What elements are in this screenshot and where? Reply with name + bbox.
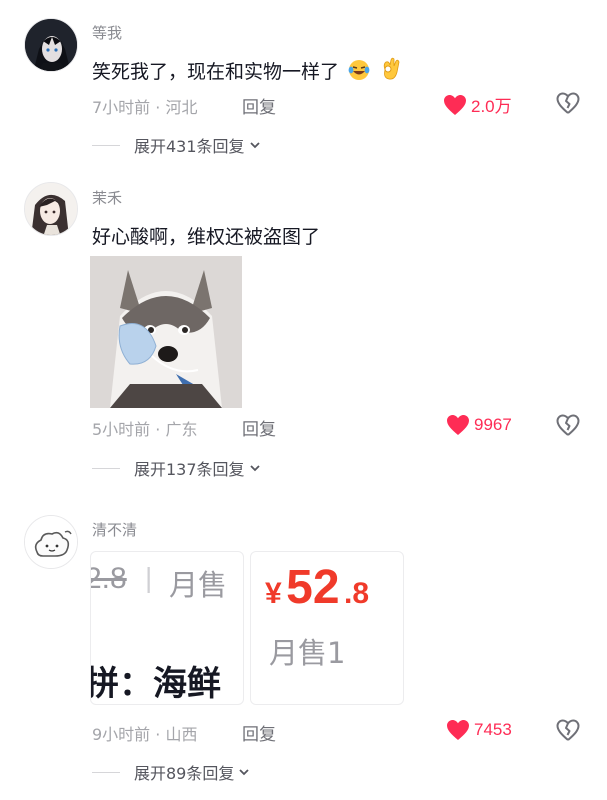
cartoon-cloud-avatar-icon — [25, 516, 77, 568]
like-count: 2.0万 — [471, 97, 512, 116]
comment-image[interactable] — [90, 256, 242, 408]
title-partial: 拼：海鲜 — [90, 664, 221, 704]
username[interactable]: 等我 — [92, 22, 122, 43]
time-location: 9小时前 · 山西 — [92, 725, 198, 744]
heart-icon — [447, 415, 469, 435]
currency-symbol: ¥ — [265, 577, 282, 610]
expand-replies-label: 展开89条回复 — [134, 764, 235, 783]
reply-button[interactable]: 回复 — [242, 415, 276, 440]
price-partial: 2.8 — [91, 562, 127, 595]
broken-heart-icon[interactable] — [556, 719, 580, 743]
comment-text: 笑死我了，现在和实物一样了 — [92, 56, 403, 87]
chevron-down-icon — [249, 142, 260, 149]
comment-image[interactable]: ¥ 52 .8 月售1 — [250, 551, 404, 705]
like-button[interactable]: 7453 — [446, 719, 512, 741]
reply-button[interactable]: 回复 — [242, 93, 276, 118]
ok-hand-emoji-icon — [379, 56, 403, 87]
chevron-down-icon — [249, 465, 260, 472]
husky-with-mask-photo-icon — [90, 256, 242, 408]
price-main: 52 — [286, 561, 340, 614]
expand-replies[interactable]: 展开431条回复 — [92, 133, 261, 157]
rofl-emoji-icon — [347, 58, 371, 87]
like-button[interactable]: 9967 — [446, 414, 512, 436]
comment-text: 好心酸啊，维权还被盗图了 — [92, 226, 321, 248]
username[interactable]: 清不清 — [92, 519, 137, 540]
like-button[interactable]: 2.0万 — [443, 92, 512, 117]
expand-replies[interactable]: 展开137条回复 — [92, 456, 261, 480]
broken-heart-icon[interactable] — [556, 414, 580, 438]
monthly-sales: 月售1 — [269, 636, 346, 670]
divider-line — [92, 771, 120, 773]
like-count: 7453 — [474, 720, 512, 739]
reply-button[interactable]: 回复 — [242, 720, 276, 745]
price-decimal: .8 — [343, 577, 370, 610]
sales-partial: 月售 — [169, 568, 228, 602]
username[interactable]: 茉禾 — [92, 187, 122, 208]
heart-icon — [444, 94, 466, 115]
dark-anime-boy-avatar-icon — [25, 19, 77, 71]
time-location: 7小时前 · 河北 — [92, 98, 198, 117]
user-avatar[interactable] — [24, 18, 78, 72]
comment-image[interactable]: 2.8 | 月售 拼：海鲜 — [90, 551, 244, 705]
user-avatar[interactable] — [24, 515, 78, 569]
expand-replies-label: 展开431条回复 — [134, 137, 245, 156]
price: ¥ 52 .8 — [265, 560, 369, 615]
user-avatar[interactable] — [24, 182, 78, 236]
anime-girl-avatar-icon — [25, 183, 77, 235]
comment-text-content: 笑死我了，现在和实物一样了 — [92, 61, 340, 83]
like-count: 9967 — [474, 415, 512, 434]
divider-line — [92, 144, 120, 146]
chevron-down-icon — [239, 769, 250, 776]
expand-replies[interactable]: 展开89条回复 — [92, 760, 250, 784]
heart-icon — [447, 720, 469, 740]
broken-heart-icon[interactable] — [556, 92, 580, 116]
time-location: 5小时前 · 广东 — [92, 420, 198, 439]
expand-replies-label: 展开137条回复 — [134, 460, 245, 479]
divider-line — [92, 467, 120, 469]
divider: | — [145, 562, 153, 593]
